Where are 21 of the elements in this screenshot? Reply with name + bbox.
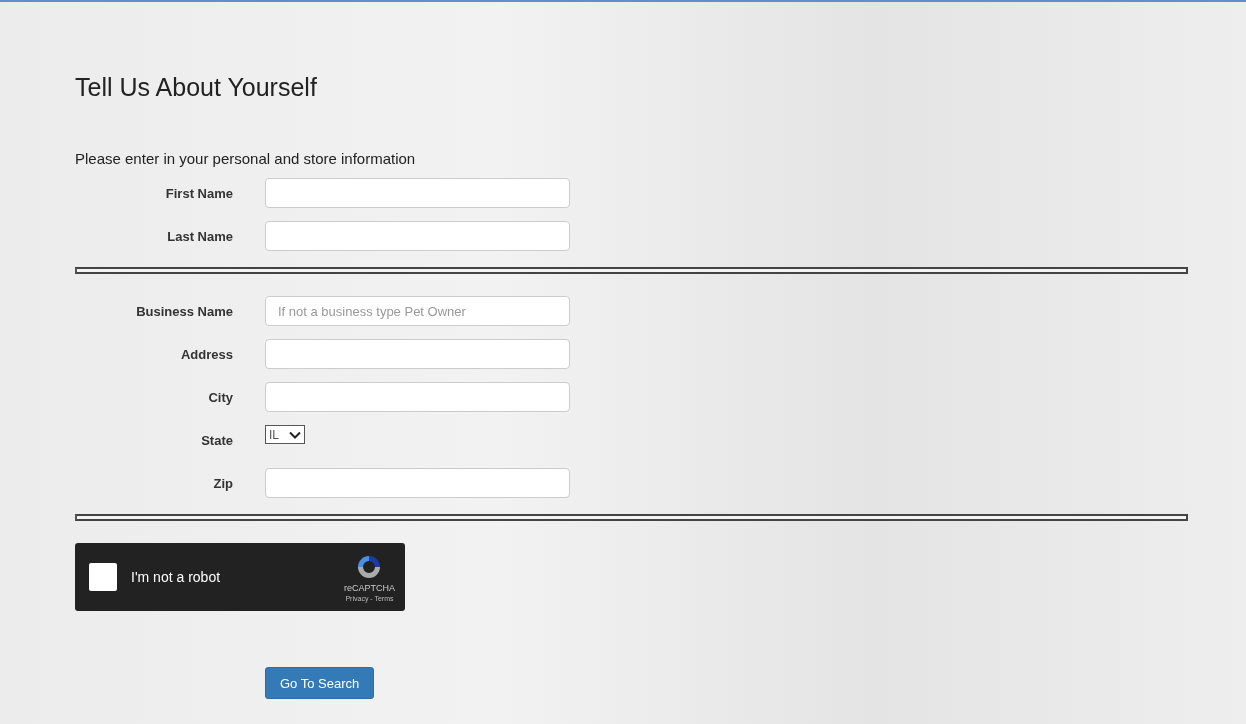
instructions-text: Please enter in your personal and store information bbox=[75, 150, 417, 168]
recaptcha-brand: reCAPTCHA bbox=[344, 582, 395, 593]
input-field[interactable] bbox=[265, 468, 570, 498]
field-label: City bbox=[207, 389, 233, 405]
input-field[interactable] bbox=[265, 178, 570, 208]
field-label: Business Name bbox=[135, 303, 233, 319]
page-title: Tell Us About Yourself bbox=[75, 72, 318, 102]
field-label: First Name bbox=[164, 185, 233, 201]
input-field[interactable] bbox=[265, 339, 570, 369]
field-label: Last Name bbox=[166, 228, 233, 244]
chevron-down-icon bbox=[289, 430, 301, 439]
input-field[interactable] bbox=[265, 382, 570, 412]
input-field[interactable]: If not a business type Pet Owner bbox=[265, 296, 570, 326]
field-label: State bbox=[200, 432, 233, 448]
field-label: Address bbox=[179, 346, 233, 362]
input-field[interactable] bbox=[265, 221, 570, 251]
captcha-checkbox[interactable] bbox=[89, 563, 117, 591]
field-label: Zip bbox=[212, 475, 233, 491]
state-dropdown[interactable]: IL bbox=[265, 425, 305, 444]
captcha-label: I'm not a robot bbox=[131, 569, 222, 585]
go-to-search-button[interactable]: Go To Search bbox=[265, 667, 375, 699]
